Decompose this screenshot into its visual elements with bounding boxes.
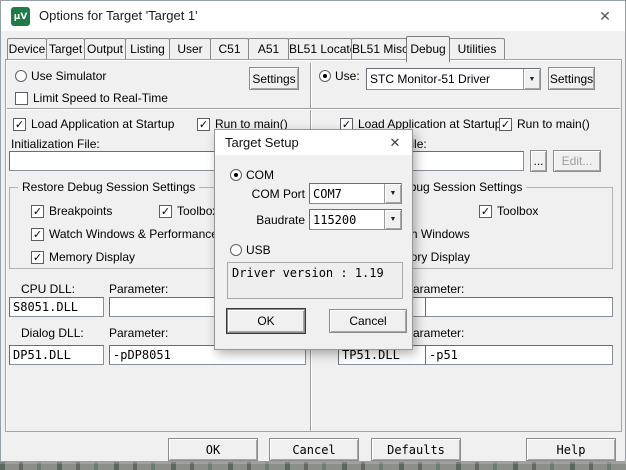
tab-bl51-locate[interactable]: BL51 Locate [288, 38, 352, 60]
left-load-app-label: Load Application at Startup [31, 117, 175, 131]
com-port-combo[interactable]: COM7 ▼ [309, 183, 402, 204]
chevron-down-icon[interactable]: ▼ [523, 69, 540, 89]
driver-combo-value: STC Monitor-51 Driver [370, 72, 491, 86]
use-simulator-label: Use Simulator [31, 69, 107, 83]
uvision-logo-icon: µV [11, 7, 30, 26]
left-dialog-dll-field[interactable]: DP51.DLL [9, 345, 104, 365]
use-driver-label: Use: [335, 69, 360, 83]
options-dialog: µV Options for Target 'Target 1' ✕ Devic… [0, 0, 626, 462]
left-load-app-checkbox[interactable]: ✓ [13, 118, 26, 131]
left-cpu-dll-field[interactable]: S8051.DLL [9, 297, 104, 317]
tab-debug[interactable]: Debug [406, 36, 450, 62]
left-memory-label: Memory Display [49, 250, 136, 264]
use-driver-radio[interactable] [319, 70, 331, 82]
left-breakpoints-label: Breakpoints [49, 204, 113, 218]
chevron-down-icon[interactable]: ▼ [384, 210, 401, 229]
close-icon[interactable]: ✕ [585, 1, 625, 31]
window-title: Options for Target 'Target 1' [39, 8, 198, 23]
left-breakpoints-checkbox[interactable]: ✓ [31, 205, 44, 218]
usb-radio[interactable] [230, 244, 242, 256]
defaults-button[interactable]: Defaults [371, 438, 461, 461]
edit-button[interactable]: Edit... [553, 150, 601, 172]
left-toolbox-label: Toolbox [177, 204, 219, 218]
driver-settings-button[interactable]: Settings [548, 67, 595, 90]
right-dialog-param-field[interactable]: -p51 [425, 345, 613, 365]
check-icon: ✓ [341, 117, 352, 131]
tab-c51[interactable]: C51 [210, 38, 249, 60]
right-cpu-param-label: Parameter: [405, 282, 465, 296]
limit-speed-checkbox[interactable] [15, 92, 28, 105]
right-cpu-param-field[interactable] [425, 297, 613, 317]
right-toolbox-checkbox[interactable]: ✓ [479, 205, 492, 218]
left-restore-group-title: Restore Debug Session Settings [18, 180, 200, 194]
limit-speed-label: Limit Speed to Real-Time [33, 91, 168, 105]
check-icon: ✓ [160, 204, 171, 218]
left-cpu-dll-label: CPU DLL: [21, 282, 76, 296]
baudrate-combo[interactable]: 115200 ▼ [309, 209, 402, 230]
screen: µV Options for Target 'Target 1' ✕ Devic… [0, 0, 626, 470]
target-setup-titlebar: Target Setup ✕ [215, 130, 412, 155]
usb-radio-label: USB [246, 243, 271, 257]
tab-bl51-misc[interactable]: BL51 Misc [351, 38, 407, 60]
right-toolbox-label: Toolbox [497, 204, 539, 218]
check-icon: ✓ [14, 117, 25, 131]
right-run-to-main-label: Run to main() [517, 117, 590, 131]
simulator-settings-button[interactable]: Settings [249, 67, 299, 90]
left-dialog-param-label: Parameter: [109, 326, 169, 340]
target-setup-title: Target Setup [225, 135, 299, 150]
left-memory-checkbox[interactable]: ✓ [31, 251, 44, 264]
baudrate-value: 115200 [313, 212, 357, 227]
chevron-down-icon[interactable]: ▼ [384, 184, 401, 203]
tab-utilities[interactable]: Utilities [449, 38, 505, 60]
check-icon: ✓ [32, 204, 43, 218]
help-button[interactable]: Help [526, 438, 616, 461]
left-cpu-param-label: Parameter: [109, 282, 169, 296]
check-icon: ✓ [480, 204, 491, 218]
background-app-strip [0, 462, 626, 470]
com-radio-label: COM [246, 168, 274, 182]
left-init-file-label: Initialization File: [11, 137, 100, 151]
tab-user[interactable]: User [169, 38, 211, 60]
com-radio[interactable] [230, 169, 242, 181]
right-dialog-param-label: Parameter: [405, 326, 465, 340]
left-run-to-main-checkbox[interactable]: ✓ [197, 118, 210, 131]
check-icon: ✓ [32, 250, 43, 264]
target-setup-ok-button[interactable]: OK [227, 309, 305, 333]
left-toolbox-checkbox[interactable]: ✓ [159, 205, 172, 218]
ok-button[interactable]: OK [168, 438, 258, 461]
tab-listing[interactable]: Listing [125, 38, 170, 60]
com-port-value: COM7 [313, 186, 342, 201]
target-setup-dialog: Target Setup ✕ COM COM Port COM7 ▼ Baudr… [214, 129, 413, 350]
check-icon: ✓ [198, 117, 209, 131]
driver-combo[interactable]: STC Monitor-51 Driver ▼ [366, 68, 541, 90]
check-icon: ✓ [32, 227, 43, 241]
titlebar: µV Options for Target 'Target 1' ✕ [1, 1, 625, 31]
browse-button[interactable]: ... [530, 150, 547, 172]
use-simulator-radio[interactable] [15, 70, 27, 82]
tab-target[interactable]: Target [46, 38, 85, 60]
tab-device[interactable]: Device [7, 38, 47, 60]
baudrate-label: Baudrate [256, 213, 305, 227]
driver-version-text: Driver version : 1.19 [232, 266, 384, 280]
left-watch-checkbox[interactable]: ✓ [31, 228, 44, 241]
check-icon: ✓ [500, 117, 511, 131]
top-section-divider [7, 108, 620, 110]
com-port-label: COM Port [251, 187, 305, 201]
target-setup-close-icon[interactable]: ✕ [384, 133, 406, 153]
left-dialog-dll-label: Dialog DLL: [21, 326, 84, 340]
tab-output[interactable]: Output [84, 38, 126, 60]
target-setup-cancel-button[interactable]: Cancel [329, 309, 407, 333]
tab-a51[interactable]: A51 [248, 38, 289, 60]
right-run-to-main-checkbox[interactable]: ✓ [499, 118, 512, 131]
tab-strip: Device Target Output Listing User C51 A5… [7, 35, 505, 62]
driver-version-box: Driver version : 1.19 [227, 262, 403, 299]
cancel-button[interactable]: Cancel [269, 438, 359, 461]
